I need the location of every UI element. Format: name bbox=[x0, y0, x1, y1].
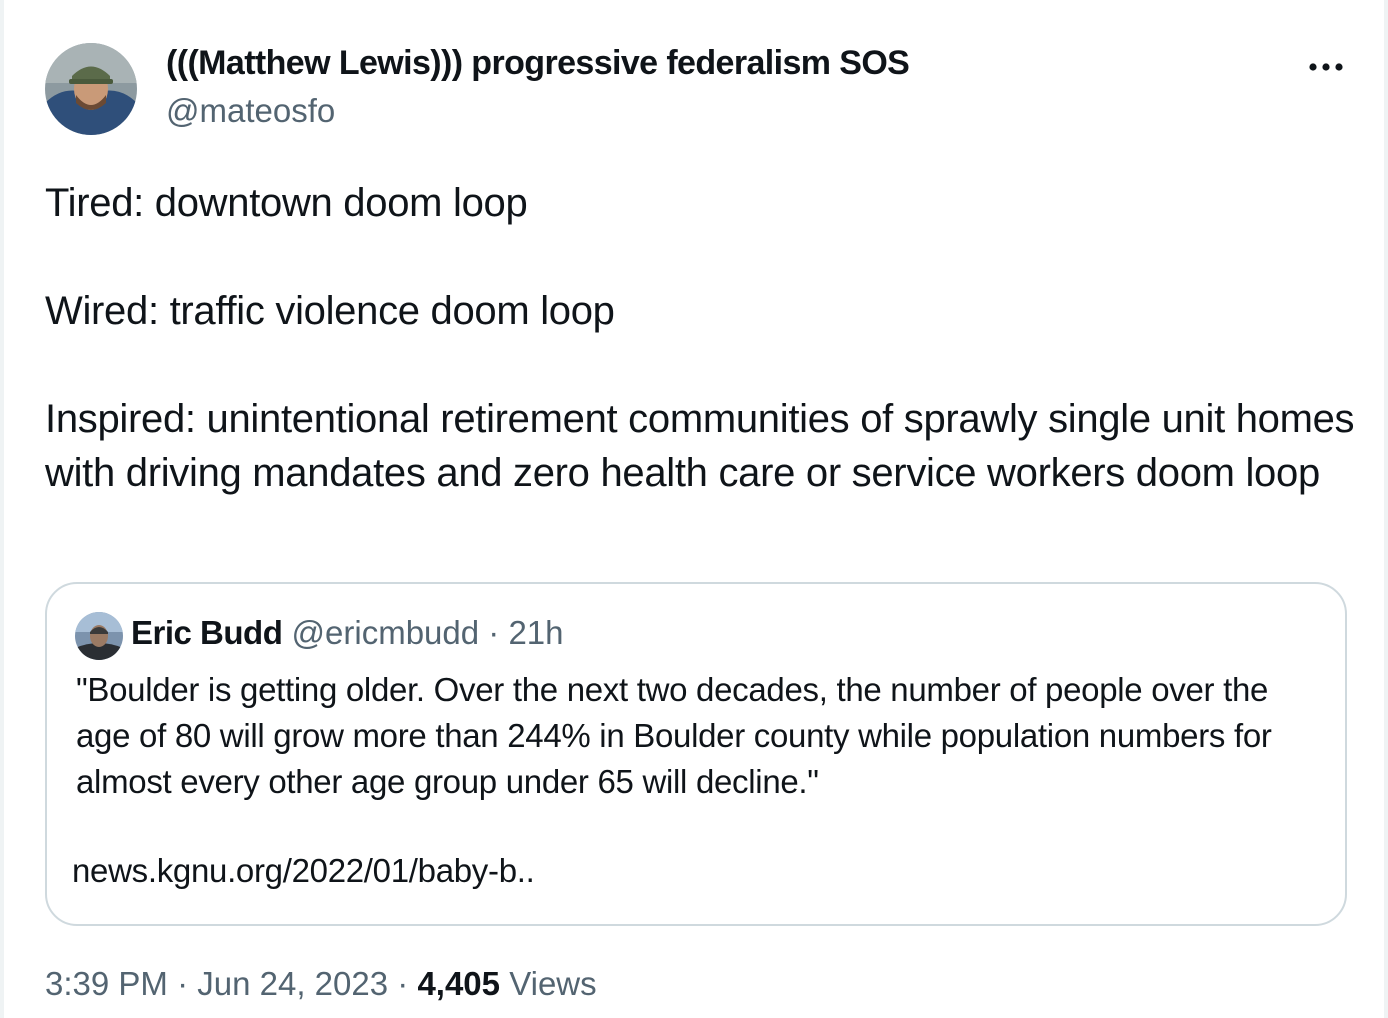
tweet-card: (((Matthew Lewis))) progressive federali… bbox=[0, 0, 1388, 1018]
footer-separator: · bbox=[397, 965, 409, 1002]
tweet-line-wired: Wired: traffic violence doom loop bbox=[45, 289, 615, 333]
tweet-text: Tired: downtown doom loop Wired: traffic… bbox=[45, 176, 1355, 500]
quoted-tweet[interactable]: Eric Budd @ericmbudd · 21h "Boulder is g… bbox=[45, 582, 1347, 926]
tweet-date[interactable]: Jun 24, 2023 bbox=[197, 965, 388, 1002]
author-handle[interactable]: @mateosfo bbox=[166, 92, 335, 130]
quoted-author-avatar[interactable] bbox=[75, 612, 123, 660]
tweet-footer: 3:39 PM · Jun 24, 2023 · 4,405 Views bbox=[45, 965, 597, 1003]
quoted-header: Eric Budd @ericmbudd · 21h bbox=[131, 614, 564, 652]
tweet-line-inspired: Inspired: unintentional retirement commu… bbox=[45, 397, 1355, 495]
author-avatar[interactable] bbox=[45, 43, 137, 135]
footer-separator: · bbox=[177, 965, 189, 1002]
views-label[interactable]: Views bbox=[509, 965, 596, 1002]
more-horizontal-icon[interactable] bbox=[1300, 50, 1352, 84]
tweet-line-tired: Tired: downtown doom loop bbox=[45, 181, 528, 225]
quoted-author-handle[interactable]: @ericmbudd bbox=[292, 614, 480, 651]
quoted-timestamp[interactable]: 21h bbox=[508, 614, 563, 651]
quoted-separator: · bbox=[488, 614, 500, 651]
author-name[interactable]: (((Matthew Lewis))) progressive federali… bbox=[166, 44, 910, 83]
views-count[interactable]: 4,405 bbox=[417, 965, 500, 1002]
quoted-text: "Boulder is getting older. Over the next… bbox=[76, 671, 1272, 800]
quoted-link[interactable]: news.kgnu.org/2022/01/baby-b.. bbox=[72, 852, 535, 890]
quoted-author-name[interactable]: Eric Budd bbox=[131, 614, 283, 651]
tweet-time[interactable]: 3:39 PM bbox=[45, 965, 168, 1002]
